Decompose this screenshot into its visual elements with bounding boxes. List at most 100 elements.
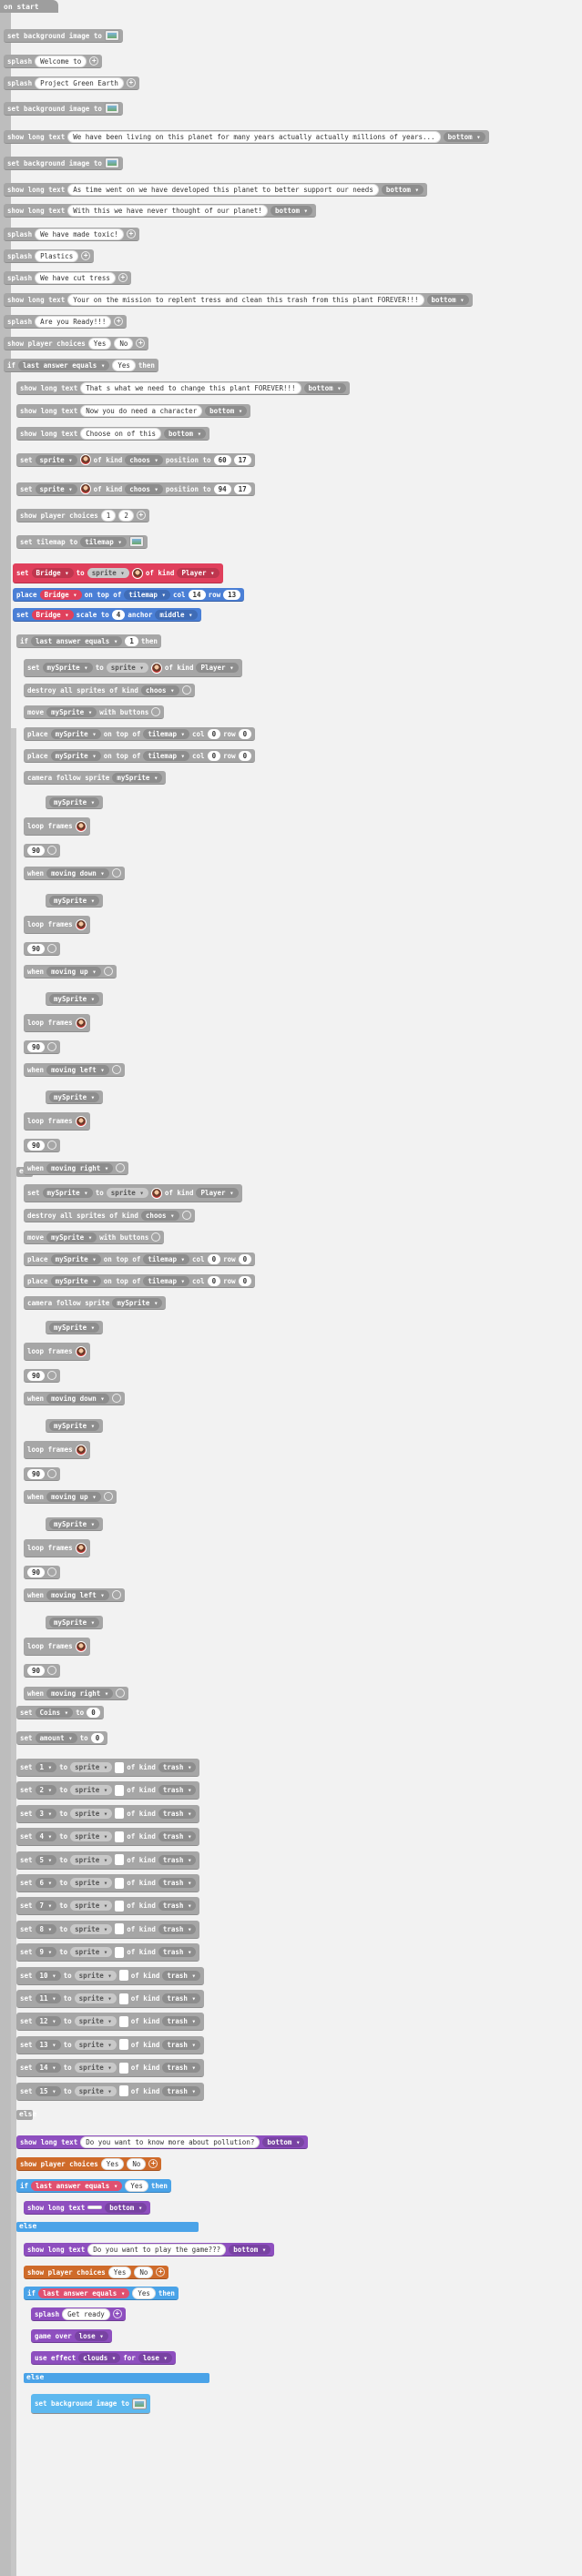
splash-block-5[interactable]: splash We have cut tress + — [4, 271, 131, 285]
direction-dropdown[interactable]: moving right — [46, 1162, 114, 1173]
arrow-down-icon[interactable] — [115, 1784, 125, 1796]
var-dropdown[interactable]: 7 — [35, 1901, 57, 1912]
kind-dropdown[interactable]: trash — [162, 2063, 200, 2074]
var-dropdown[interactable]: 4 — [35, 1831, 57, 1842]
splash-block-1[interactable]: splash Welcome to + — [4, 55, 103, 68]
long-text-value[interactable] — [87, 2206, 103, 2209]
arrow-down-icon[interactable] — [118, 2039, 128, 2051]
var-dropdown[interactable]: 10 — [35, 1970, 61, 1981]
var-dropdown[interactable]: mySprite — [49, 1617, 100, 1628]
sprite-field[interactable]: sprite — [106, 663, 148, 673]
x-value[interactable]: 94 — [213, 483, 231, 494]
effect-block[interactable]: use effectcloudsforlose — [31, 2351, 176, 2365]
interval-value[interactable]: 90 — [27, 1567, 46, 1577]
interval-value[interactable]: 90 — [27, 1140, 46, 1151]
sprite-field[interactable]: sprite — [70, 1947, 113, 1958]
interval-value[interactable]: 90 — [27, 1468, 46, 1479]
plus-icon[interactable]: + — [114, 317, 124, 326]
arrow-down-icon[interactable] — [115, 1877, 125, 1889]
long-text-block-1[interactable]: show long text We have been living on thi… — [4, 130, 489, 144]
position-dropdown[interactable]: bottom — [105, 2202, 148, 2213]
place-mysprite-block-a[interactable]: placemySpriteon top oftilemapcol0row0 — [24, 749, 256, 763]
kind-dropdown[interactable]: trash — [158, 1923, 197, 1934]
kind-dropdown[interactable]: trash — [158, 1762, 197, 1772]
var-dropdown[interactable]: amount — [35, 1732, 77, 1743]
place-mysprite-block-a[interactable]: placemySpriteon top oftilemapcol0row0 — [24, 727, 256, 741]
set-tilemap-block[interactable]: set tilemap to tilemap — [16, 535, 148, 549]
long-text-block-3[interactable]: show long text With this we have never th… — [4, 204, 317, 218]
place-mysprite-block-b[interactable]: placemySpriteon top oftilemapcol0row0 — [24, 1274, 256, 1288]
answer-value[interactable]: Yes — [132, 2287, 156, 2299]
frame-image-icon[interactable] — [75, 1640, 87, 1652]
plus-icon[interactable]: + — [156, 2267, 166, 2277]
move-block-a[interactable]: movemySpritewith buttons — [24, 705, 165, 719]
long-text-empty[interactable]: show long text bottom — [24, 2201, 151, 2215]
position-dropdown[interactable]: bottom — [303, 382, 346, 393]
value[interactable]: 0 — [90, 1732, 105, 1743]
splash-block-6[interactable]: splash Are you Ready!!! + — [4, 315, 128, 329]
position-dropdown[interactable]: bottom — [262, 2136, 305, 2147]
splash-text[interactable]: Are you Ready!!! — [35, 315, 112, 328]
sprite-field[interactable]: sprite — [70, 1923, 113, 1934]
direction-dropdown[interactable]: moving down — [46, 867, 109, 878]
when-a[interactable]: when moving right — [24, 1161, 129, 1175]
plus-icon[interactable]: + — [136, 339, 146, 348]
plus-icon[interactable] — [116, 1163, 126, 1172]
var-dropdown[interactable]: Coins — [35, 1707, 74, 1718]
var-dropdown[interactable]: Bridge — [31, 568, 74, 578]
col-value[interactable]: 0 — [207, 1275, 221, 1286]
sprite-field[interactable]: sprite — [70, 1854, 113, 1865]
tilemap-dropdown[interactable]: tilemap — [124, 589, 170, 600]
sprite-field[interactable]: sprite — [87, 568, 129, 578]
var-dropdown[interactable]: sprite — [35, 483, 77, 494]
set-mysprite-block-b[interactable]: setmySpritetosprite of kindPlayer — [24, 1184, 242, 1202]
answer-value[interactable]: 1 — [125, 635, 138, 646]
arrow-down-icon[interactable] — [115, 1808, 125, 1820]
anim-target-a[interactable]: mySprite — [46, 992, 104, 1006]
var-dropdown[interactable]: 6 — [35, 1878, 57, 1888]
plus-icon[interactable] — [103, 1492, 113, 1501]
long-text-pollution[interactable]: show long text Do you want to know more a… — [16, 2135, 309, 2149]
answer-value[interactable]: Yes — [112, 359, 136, 371]
sprite-image-icon[interactable] — [79, 483, 91, 494]
var-dropdown[interactable]: sprite — [35, 454, 77, 465]
long-text-value[interactable]: Do you want to know more about pollution… — [80, 2135, 260, 2148]
choice-no[interactable]: No — [114, 337, 134, 350]
choices-block-4[interactable]: show player choices Yes No + — [24, 2266, 169, 2279]
interval-b[interactable]: 90 — [24, 1566, 61, 1579]
set-bg-block-1[interactable]: set background image to — [4, 29, 123, 43]
long-text-block-2[interactable]: show long text As time went on we have de… — [4, 183, 427, 197]
frame-image-icon[interactable] — [75, 1345, 87, 1357]
direction-dropdown[interactable]: moving left — [46, 1589, 109, 1600]
row-value[interactable]: 0 — [238, 728, 252, 739]
if-block-4[interactable]: if last answer equals Yesthen — [24, 2287, 179, 2300]
choice-yes[interactable]: Yes — [100, 2157, 125, 2170]
set-trash-block-8[interactable]: set8tosprite of kindtrash — [16, 1920, 200, 1939]
set-trash-block-4[interactable]: set4tosprite of kindtrash — [16, 1828, 200, 1847]
interval-a[interactable]: 90 — [24, 1040, 61, 1054]
bg-image-icon[interactable] — [104, 103, 119, 114]
arrow-down-icon[interactable] — [115, 1946, 125, 1958]
splash-text[interactable]: Project Green Earth — [35, 76, 124, 89]
col-value[interactable]: 14 — [188, 589, 206, 600]
anim-target-a[interactable]: mySprite — [46, 796, 104, 809]
set-trash-block-5[interactable]: set5tosprite of kindtrash — [16, 1851, 200, 1870]
splash-text[interactable]: We have made toxic! — [35, 228, 124, 240]
plus-icon[interactable] — [103, 967, 113, 976]
loop-frames-b[interactable]: loop frames — [24, 1441, 90, 1459]
splash-block-2[interactable]: splash Project Green Earth + — [4, 76, 139, 90]
sprite-field[interactable]: sprite — [70, 1831, 113, 1842]
long-text-value[interactable]: Now you do need a character — [80, 404, 203, 417]
var-dropdown[interactable]: 2 — [35, 1785, 57, 1796]
var-dropdown[interactable]: mySprite — [50, 750, 101, 761]
frame-image-icon[interactable] — [75, 1444, 87, 1455]
place-block[interactable]: placeBridgeon top oftilemapcol14row13 — [13, 588, 245, 602]
col-value[interactable]: 0 — [207, 750, 221, 761]
set-trash-block-6[interactable]: set6tosprite of kindtrash — [16, 1874, 200, 1892]
var-dropdown[interactable]: 3 — [35, 1808, 57, 1819]
tilemap-dropdown[interactable]: tilemap — [143, 1275, 190, 1286]
chevron-down-icon[interactable] — [47, 1141, 57, 1150]
condition[interactable]: last answer equals — [38, 2287, 130, 2298]
plus-icon[interactable]: + — [81, 251, 91, 260]
kind-dropdown[interactable]: trash — [162, 2039, 200, 2050]
